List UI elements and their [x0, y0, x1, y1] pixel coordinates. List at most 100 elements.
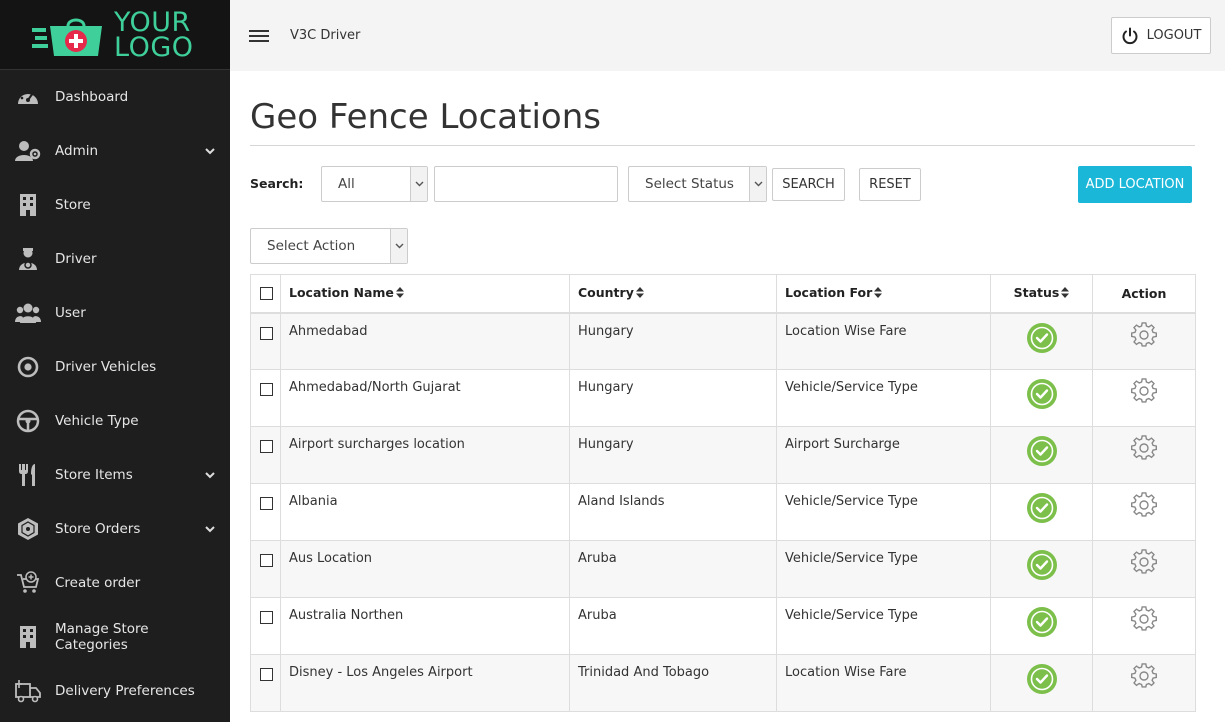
- active-check-icon[interactable]: [1026, 379, 1057, 409]
- row-checkbox-cell: [250, 654, 281, 712]
- active-check-icon[interactable]: [1026, 493, 1057, 523]
- cell-location-name: Albania: [280, 483, 570, 541]
- cell-location-name: Ahmedabad/North Gujarat: [280, 369, 570, 427]
- locations-table: Location Name Country Location For Statu…: [250, 274, 1196, 712]
- sidebar-item-manage-store-categories[interactable]: Manage Store Categories: [0, 610, 230, 664]
- menu-toggle-icon[interactable]: [249, 29, 269, 43]
- categories-building-icon: [15, 624, 41, 650]
- cell-location-name: Airport surcharges location: [280, 426, 570, 484]
- active-check-icon[interactable]: [1026, 436, 1057, 466]
- brand-logo[interactable]: YOUR LOGO: [0, 0, 230, 70]
- cart-plus-icon: [15, 570, 41, 596]
- sidebar-item-create-order[interactable]: Create order: [0, 556, 230, 610]
- chevron-down-icon: [204, 145, 216, 157]
- status-select-value: Select Status: [645, 176, 734, 192]
- cell-location-for: Vehicle/Service Type: [776, 540, 991, 598]
- table-row: Aus Location Aruba Vehicle/Service Type: [250, 540, 1196, 598]
- table-body: Ahmedabad Hungary Location Wise Fare Ahmeda…: [250, 312, 1196, 712]
- cell-location-for: Vehicle/Service Type: [776, 597, 991, 655]
- sidebar-item-label: Store Items: [55, 467, 133, 483]
- logout-button[interactable]: LOGOUT: [1111, 17, 1211, 54]
- row-checkbox-cell: [250, 312, 281, 370]
- cell-location-for: Airport Surcharge: [776, 426, 991, 484]
- orders-icon: [15, 516, 41, 542]
- chevron-down-icon: [410, 167, 427, 201]
- logout-label: LOGOUT: [1146, 28, 1202, 43]
- sidebar-item-user[interactable]: User: [0, 286, 230, 340]
- cell-location-for: Vehicle/Service Type: [776, 483, 991, 541]
- sidebar-item-label: Store: [55, 197, 91, 213]
- column-header-location-name[interactable]: Location Name: [280, 274, 570, 314]
- driver-icon: [15, 246, 41, 272]
- sidebar-item-store-items[interactable]: Store Items: [0, 448, 230, 502]
- sidebar-item-dashboard[interactable]: Dashboard: [0, 70, 230, 124]
- add-location-button[interactable]: ADD LOCATION: [1078, 166, 1192, 203]
- active-check-icon[interactable]: [1026, 322, 1057, 353]
- column-header-location-for[interactable]: Location For: [776, 274, 991, 314]
- sidebar-item-store[interactable]: Store: [0, 178, 230, 232]
- chevron-down-icon: [204, 469, 216, 481]
- chevron-down-icon: [749, 167, 766, 201]
- sidebar-item-store-orders[interactable]: Store Orders: [0, 502, 230, 556]
- gear-icon[interactable]: [1131, 378, 1157, 408]
- sidebar-item-label: Vehicle Type: [55, 413, 139, 429]
- sidebar-item-vehicle-type[interactable]: Vehicle Type: [0, 394, 230, 448]
- row-checkbox[interactable]: [260, 668, 273, 681]
- sidebar-item-driver[interactable]: Driver: [0, 232, 230, 286]
- sidebar-item-driver-vehicles[interactable]: Driver Vehicles: [0, 340, 230, 394]
- search-field-select[interactable]: All: [321, 166, 428, 202]
- topbar: V3C Driver LOGOUT: [230, 0, 1225, 71]
- row-checkbox[interactable]: [260, 383, 273, 396]
- cell-country: Hungary: [569, 426, 777, 484]
- cell-status: [990, 369, 1093, 427]
- row-checkbox[interactable]: [260, 440, 273, 453]
- cell-country: Hungary: [569, 312, 777, 370]
- sidebar-item-admin[interactable]: Admin: [0, 124, 230, 178]
- delivery-truck-icon: [15, 678, 41, 704]
- cell-country: Hungary: [569, 369, 777, 427]
- row-checkbox[interactable]: [260, 497, 273, 510]
- gear-icon[interactable]: [1131, 435, 1157, 465]
- gear-icon[interactable]: [1131, 549, 1157, 579]
- gear-icon[interactable]: [1131, 321, 1157, 352]
- table-header-row: Location Name Country Location For Statu…: [250, 274, 1196, 314]
- cell-location-name: Disney - Los Angeles Airport: [280, 654, 570, 712]
- gear-icon[interactable]: [1131, 663, 1157, 693]
- locations-table-wrapper: Location Name Country Location For Statu…: [250, 274, 1196, 712]
- dashboard-icon: [15, 84, 41, 110]
- active-check-icon[interactable]: [1026, 607, 1057, 637]
- search-button[interactable]: SEARCH: [772, 168, 845, 201]
- cell-status: [990, 597, 1093, 655]
- fork-knife-icon: [15, 462, 41, 488]
- cell-action: [1092, 369, 1196, 427]
- column-header-country[interactable]: Country: [569, 274, 777, 314]
- cell-action: [1092, 540, 1196, 598]
- row-checkbox[interactable]: [260, 326, 273, 340]
- gear-icon[interactable]: [1131, 492, 1157, 522]
- status-select[interactable]: Select Status: [628, 166, 767, 202]
- bulk-action-select[interactable]: Select Action: [250, 228, 408, 264]
- cell-location-for: Location Wise Fare: [776, 312, 991, 370]
- logo-text: YOUR LOGO: [114, 6, 194, 63]
- reset-button[interactable]: RESET: [859, 168, 921, 201]
- active-check-icon[interactable]: [1026, 550, 1057, 580]
- table-row: Airport surcharges location Hungary Airpor…: [250, 426, 1196, 484]
- active-check-icon[interactable]: [1026, 664, 1057, 694]
- bulk-action-value: Select Action: [267, 238, 356, 254]
- gear-icon[interactable]: [1131, 606, 1157, 636]
- row-checkbox-cell: [250, 540, 281, 598]
- search-input[interactable]: [434, 166, 618, 202]
- search-label: Search:: [250, 176, 304, 191]
- sidebar-item-delivery-preferences[interactable]: Delivery Preferences: [0, 664, 230, 718]
- column-header-status[interactable]: Status: [990, 274, 1093, 314]
- table-row: Australia Northen Aruba Vehicle/Service Ty…: [250, 597, 1196, 655]
- table-row: Ahmedabad Hungary Location Wise Fare: [250, 312, 1196, 370]
- table-row: Albania Aland Islands Vehicle/Service Type: [250, 483, 1196, 541]
- cell-location-name: Aus Location: [280, 540, 570, 598]
- sidebar-item-label: Create order: [55, 575, 141, 591]
- cell-action: [1092, 483, 1196, 541]
- row-checkbox[interactable]: [260, 554, 273, 567]
- select-all-checkbox[interactable]: [260, 287, 273, 300]
- row-checkbox[interactable]: [260, 611, 273, 624]
- cell-country: Aruba: [569, 597, 777, 655]
